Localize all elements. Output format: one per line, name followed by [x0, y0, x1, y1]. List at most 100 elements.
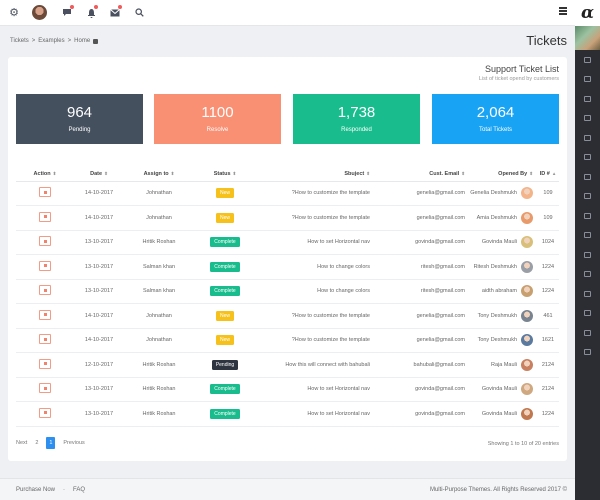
opened-by-cell: Ritesh Deshmukh — [469, 254, 537, 280]
sidebar-nav-item[interactable] — [575, 323, 600, 343]
sidebar-nav-item[interactable] — [575, 284, 600, 304]
table-row[interactable]: 12-10-2017 Hritik Roshan Pending How this w… — [16, 352, 559, 378]
pagination-current[interactable]: 1 — [46, 437, 56, 449]
search-icon[interactable] — [131, 5, 147, 21]
col-header-date[interactable]: Date ⬍ — [74, 167, 124, 182]
subject-cell: How to change colors — [256, 279, 374, 304]
footer-link-purchase[interactable]: Purchase Now — [16, 487, 55, 493]
card-title: Support Ticket List — [484, 64, 559, 74]
col-header-action[interactable]: Action ⬍ — [16, 167, 74, 182]
opened-by-name: Raja Mauli — [491, 361, 517, 368]
table-row[interactable]: 13-10-2017 Hritik Roshan Complete How to se… — [16, 401, 559, 427]
ticket-icon[interactable] — [39, 285, 51, 296]
chat-icon[interactable] — [59, 4, 75, 21]
sidebar-nav-item[interactable] — [575, 343, 600, 363]
action-cell — [16, 303, 74, 329]
avatar[interactable] — [32, 5, 47, 20]
sidebar-nav-item[interactable] — [575, 128, 600, 148]
footer-link-faq[interactable]: FAQ — [73, 487, 85, 493]
sidebar-nav-item[interactable] — [575, 304, 600, 324]
ticket-icon[interactable] — [39, 407, 51, 418]
pagination-previous[interactable]: Previous — [63, 440, 84, 446]
status-cell: New — [194, 303, 256, 329]
ticket-icon[interactable] — [39, 236, 51, 247]
email-cell: govinda@gmail.com — [374, 401, 469, 427]
gear-icon[interactable]: ⚙ — [6, 5, 22, 21]
table-row[interactable]: 13-10-2017 Hritik Roshan Complete How to se… — [16, 377, 559, 402]
opened-by-cell: Govinda Mauli — [469, 230, 537, 255]
col-header-assign[interactable]: Assign to ⬍ — [124, 167, 194, 182]
table-header-row: Action ⬍ Date ⬍ Assign to ⬍ Status ⬍ Sbuject… — [16, 167, 559, 182]
col-header-id[interactable]: ID # ▲ — [537, 167, 559, 182]
ticket-icon[interactable] — [39, 211, 51, 222]
opened-by-name: Genelia Deshmukh — [470, 190, 517, 197]
right-sidebar: α — [575, 0, 600, 500]
bell-icon[interactable] — [83, 4, 99, 21]
opened-by-cell: Genelia Deshmukh — [469, 181, 537, 206]
table-row[interactable]: 14-10-2017 Johnathan New ?How to customize … — [16, 303, 559, 329]
avatar — [521, 187, 533, 200]
status-badge: New — [215, 188, 234, 199]
id-cell: 1224 — [537, 401, 559, 427]
sidebar-nav-item[interactable] — [575, 265, 600, 285]
sidebar-nav-item[interactable] — [575, 148, 600, 168]
page-title: Tickets — [526, 33, 567, 48]
stat-label: Responded — [341, 127, 372, 133]
sidebar-nav-item[interactable] — [575, 245, 600, 265]
subject-cell: How to change colors — [256, 254, 374, 280]
email-cell: genelia@gmail.com — [374, 303, 469, 329]
sidebar-nav-item[interactable] — [575, 109, 600, 129]
sidebar-nav-item[interactable] — [575, 187, 600, 207]
col-header-email[interactable]: Cust. Email ⬍ — [374, 167, 469, 182]
nav-icon — [584, 76, 591, 83]
stat-label: Total Tickets — [478, 127, 512, 133]
mail-icon[interactable] — [107, 4, 123, 21]
table-row[interactable]: 14-10-2017 Johnathan New ?How to customize … — [16, 181, 559, 206]
status-badge: Complete — [210, 261, 240, 272]
ticket-icon[interactable] — [39, 383, 51, 394]
sidebar-nav-item[interactable] — [575, 206, 600, 226]
opened-by-cell: Tony Deshmukh — [469, 328, 537, 353]
col-header-subject[interactable]: Sbuject ⬍ — [256, 167, 374, 182]
subject-cell: ?How to customize the template — [256, 181, 374, 206]
table-row[interactable]: 14-10-2017 Johnathan New ?How to customize … — [16, 205, 559, 231]
sidebar-user-photo[interactable] — [575, 26, 600, 50]
status-cell: Pending — [194, 352, 256, 378]
assign-cell: Hritik Roshan — [124, 230, 194, 255]
pagination-page-2[interactable]: 2 — [35, 440, 38, 446]
avatar — [521, 211, 533, 224]
status-cell: New — [194, 328, 256, 353]
nav-icon — [584, 329, 591, 336]
col-header-status[interactable]: Status ⬍ — [194, 167, 256, 182]
table-row[interactable]: 14-10-2017 Johnathan New ?How to customize … — [16, 328, 559, 353]
menu-icon[interactable] — [559, 7, 567, 15]
table-row[interactable]: 13-10-2017 Salman khan Complete How to chan… — [16, 279, 559, 304]
breadcrumb-item[interactable]: Tickets — [10, 38, 29, 44]
status-cell: Complete — [194, 377, 256, 402]
id-cell: 1224 — [537, 279, 559, 304]
ticket-icon[interactable] — [39, 334, 51, 345]
status-cell: Complete — [194, 401, 256, 427]
breadcrumb-item[interactable]: Examples — [38, 38, 64, 44]
breadcrumb-item[interactable]: Home — [74, 38, 90, 44]
sidebar-nav-item[interactable] — [575, 89, 600, 109]
date-cell: 13-10-2017 — [74, 279, 124, 304]
table-row[interactable]: 13-10-2017 Salman khan Complete How to chan… — [16, 254, 559, 280]
action-cell — [16, 205, 74, 231]
assign-cell: Salman khan — [124, 279, 194, 304]
table-row[interactable]: 13-10-2017 Hritik Roshan Complete How to se… — [16, 230, 559, 255]
col-header-opened-by[interactable]: Opened By ⬍ — [469, 167, 537, 182]
ticket-icon[interactable] — [39, 309, 51, 320]
ticket-icon[interactable] — [39, 260, 51, 271]
avatar — [521, 334, 533, 347]
sidebar-nav-item[interactable] — [575, 70, 600, 90]
email-cell: genelia@gmail.com — [374, 205, 469, 231]
subject-cell: ?How to customize the template — [256, 328, 374, 353]
sidebar-nav-item[interactable] — [575, 226, 600, 246]
pagination-next[interactable]: Next — [16, 440, 27, 446]
sidebar-nav-item[interactable] — [575, 167, 600, 187]
status-cell: Complete — [194, 254, 256, 280]
ticket-icon[interactable] — [39, 187, 51, 198]
sidebar-nav-item[interactable] — [575, 50, 600, 70]
ticket-icon[interactable] — [39, 358, 51, 369]
